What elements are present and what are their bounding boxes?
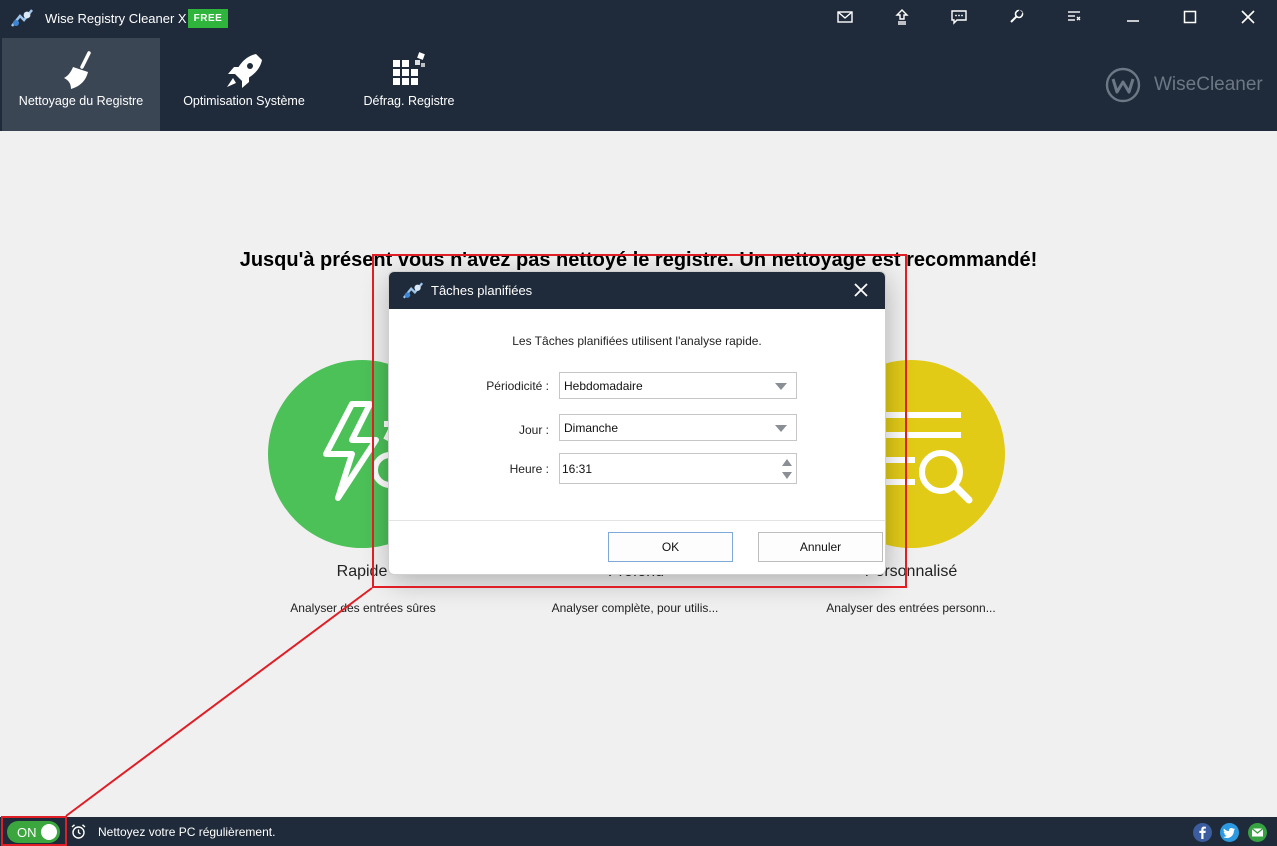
email-share-icon[interactable] [1248, 823, 1267, 842]
tab-label: Optimisation Système [183, 94, 305, 108]
ok-button[interactable]: OK [608, 532, 733, 562]
tab-registry-defrag[interactable]: Défrag. Registre [330, 38, 488, 131]
tab-system-optimization[interactable]: Optimisation Système [165, 38, 323, 131]
title-bar: Wise Registry Cleaner X FREE Nettoyage d… [0, 0, 1277, 131]
cancel-button[interactable]: Annuler [758, 532, 883, 562]
fast-scan-desc: Analyser des entrées sûres [290, 601, 436, 615]
feedback-icon[interactable] [946, 5, 972, 29]
dialog-divider [389, 520, 885, 521]
toggle-label: ON [17, 825, 37, 840]
status-bar: ON Nettoyez votre PC régulièrement. [0, 817, 1277, 846]
deep-scan-desc: Analyser complète, pour utilis... [551, 601, 719, 615]
time-input[interactable] [562, 460, 762, 478]
defrag-blocks-icon [393, 52, 425, 85]
mail-icon[interactable] [832, 5, 858, 29]
alarm-clock-icon[interactable] [70, 823, 87, 840]
close-icon[interactable] [1228, 2, 1268, 32]
dialog-title: Tâches planifiées [431, 283, 533, 298]
maximize-icon[interactable] [1170, 2, 1210, 32]
frequency-value: Hebdomadaire [564, 379, 643, 393]
tab-label: Défrag. Registre [363, 94, 455, 108]
toggle-knob [41, 824, 57, 840]
rocket-icon [227, 54, 262, 88]
day-label: Jour : [518, 423, 549, 437]
schedule-toggle[interactable]: ON [7, 821, 60, 843]
upgrade-icon[interactable] [889, 5, 915, 29]
frequency-label: Périodicité : [486, 379, 549, 393]
chevron-down-icon [775, 425, 787, 432]
tab-registry-cleaner[interactable]: Nettoyage du Registre [2, 38, 160, 131]
menu-icon[interactable] [1061, 5, 1087, 29]
brand-name: WiseCleaner [1154, 74, 1263, 95]
day-select[interactable]: Dimanche [559, 414, 797, 441]
custom-scan-desc: Analyser des entrées personn... [826, 601, 996, 615]
status-message: Nettoyez votre PC régulièrement. [98, 825, 276, 839]
tab-label: Nettoyage du Registre [18, 94, 144, 108]
twitter-icon[interactable] [1220, 823, 1239, 842]
time-field [559, 453, 797, 484]
spin-down-icon[interactable] [780, 469, 794, 482]
dialog-close-icon[interactable] [851, 280, 871, 300]
time-label: Heure : [509, 462, 549, 476]
free-badge: FREE [188, 9, 228, 28]
minimize-icon[interactable] [1113, 2, 1153, 32]
app-title: Wise Registry Cleaner X [45, 11, 187, 26]
spin-up-icon[interactable] [780, 456, 794, 469]
settings-icon[interactable] [1003, 5, 1029, 29]
app-logo-icon [402, 282, 424, 299]
scheduled-tasks-dialog: Tâches planifiées Les Tâches planifiées … [388, 271, 886, 575]
chevron-down-icon [775, 383, 787, 390]
headline: Jusqu'à présent vous n'avez pas nettoyé … [239, 249, 1038, 271]
facebook-icon[interactable] [1193, 823, 1212, 842]
day-value: Dimanche [564, 421, 619, 435]
broom-icon [64, 51, 91, 89]
frequency-select[interactable]: Hebdomadaire [559, 372, 797, 399]
wisecleaner-brand: WiseCleaner [1104, 64, 1274, 104]
dialog-info-text: Les Tâches planifiées utilisent l'analys… [512, 334, 762, 348]
dialog-header: Tâches planifiées [389, 272, 885, 309]
app-logo-icon [11, 9, 33, 27]
wisecleaner-logo-icon [1105, 67, 1141, 103]
